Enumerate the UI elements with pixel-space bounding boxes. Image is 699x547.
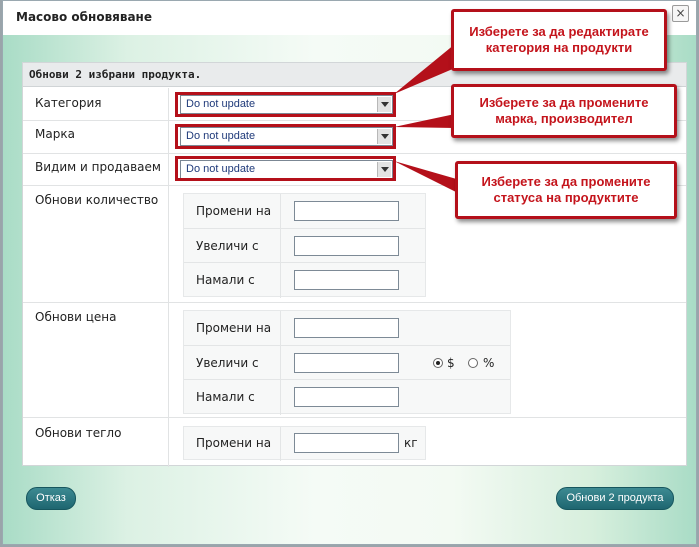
price-decrease-input[interactable] xyxy=(294,387,399,407)
brand-highlight xyxy=(175,124,396,149)
price-mode-percent-radio[interactable] xyxy=(468,358,478,368)
quantity-increase-input[interactable] xyxy=(294,236,399,256)
weight-set-label: Промени на xyxy=(196,436,272,450)
weight-options: Промени на кг xyxy=(183,426,426,461)
weight-label: Обнови тегло xyxy=(35,426,122,440)
quantity-decrease-label: Намали с xyxy=(196,273,255,287)
callout-brand: Изберете за да промените марка, производ… xyxy=(451,84,677,138)
price-mode-percent-label: % xyxy=(483,356,495,370)
price-mode-currency-label: $ xyxy=(447,356,455,370)
status-highlight xyxy=(175,156,396,181)
price-increase-input[interactable] xyxy=(294,353,399,373)
weight-set-input[interactable] xyxy=(294,433,399,453)
panel-title: Обнови 2 избрани продукта. xyxy=(29,68,202,81)
price-mode-currency-radio[interactable] xyxy=(433,358,443,368)
price-decrease-label: Намали с xyxy=(196,390,255,404)
mass-update-dialog: Масово обновяване × Обнови 2 избрани про… xyxy=(2,0,697,545)
price-options: Промени на Увеличи с $ % Намали с xyxy=(183,310,511,415)
weight-unit: кг xyxy=(404,436,418,450)
quantity-increase-label: Увеличи с xyxy=(196,239,259,253)
price-set-input[interactable] xyxy=(294,318,399,338)
price-increase-label: Увеличи с xyxy=(196,356,259,370)
update-products-button[interactable]: Обнови 2 продукта xyxy=(556,487,674,510)
quantity-options: Промени на Увеличи с Намали с xyxy=(183,193,426,298)
callout-category: Изберете за да редактирате категория на … xyxy=(451,9,667,71)
price-label: Обнови цена xyxy=(35,310,117,324)
close-icon[interactable]: × xyxy=(672,5,689,22)
brand-label: Марка xyxy=(35,127,75,141)
price-set-label: Промени на xyxy=(196,321,272,335)
category-label: Категория xyxy=(35,96,102,110)
weight-row: Обнови тегло Промени на кг xyxy=(23,418,686,467)
callout-status: Изберете за да промените статуса на прод… xyxy=(455,161,677,219)
quantity-set-input[interactable] xyxy=(294,201,399,221)
cancel-button[interactable]: Отказ xyxy=(26,487,76,510)
dialog-title: Масово обновяване xyxy=(16,10,152,24)
price-row: Обнови цена Промени на Увеличи с $ % Нам… xyxy=(23,303,686,418)
quantity-decrease-input[interactable] xyxy=(294,270,399,290)
quantity-set-label: Промени на xyxy=(196,204,272,218)
category-highlight xyxy=(175,92,396,117)
visible-label: Видим и продаваем xyxy=(35,160,161,174)
quantity-label: Обнови количество xyxy=(35,193,159,207)
